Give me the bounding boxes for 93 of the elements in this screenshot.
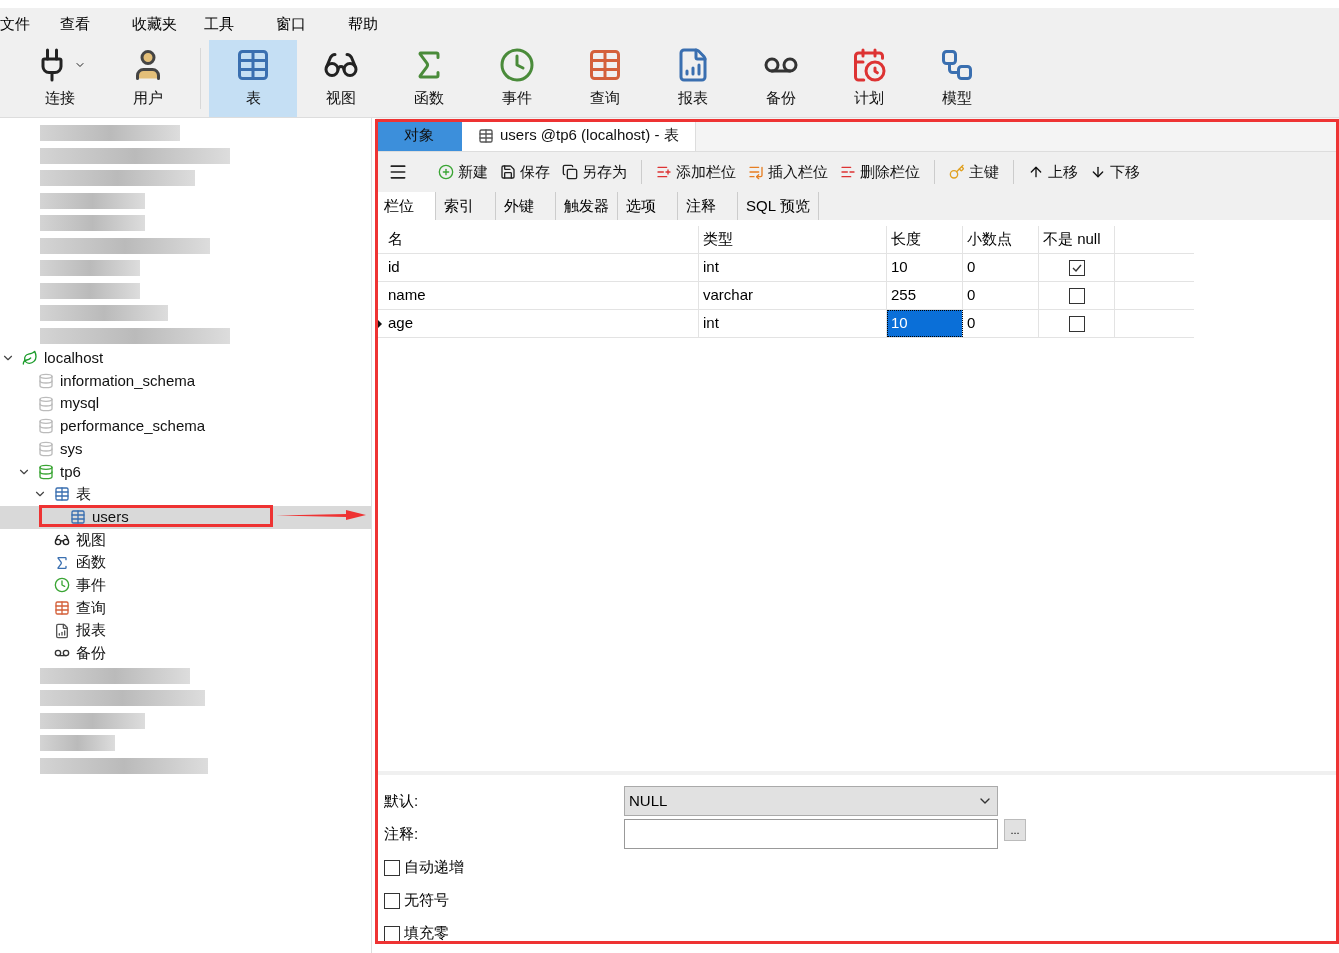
save-icon: [500, 164, 516, 180]
column-header[interactable]: 长度: [887, 226, 963, 253]
clock-icon: [54, 577, 70, 594]
toolbar-button[interactable]: 主键: [943, 160, 1005, 184]
table-icon: [54, 486, 70, 503]
table-cell[interactable]: id: [384, 254, 699, 281]
comment-field[interactable]: [624, 819, 998, 849]
toolbar-button[interactable]: 添加栏位: [650, 160, 742, 184]
report-icon: [54, 622, 70, 639]
server-icon: [22, 350, 38, 367]
toolbar-button[interactable]: 新建: [432, 160, 494, 184]
tab[interactable]: 栏位: [376, 192, 436, 220]
table-icon: [54, 599, 70, 616]
menu-item[interactable]: 帮助: [348, 12, 420, 36]
plus-icon: [438, 164, 454, 180]
more-button[interactable]: ...: [1004, 819, 1026, 841]
toolbar-button[interactable]: 计划: [825, 40, 913, 117]
checkbox[interactable]: [1068, 287, 1085, 304]
default-select[interactable]: NULL: [624, 786, 998, 816]
tree-item[interactable]: 视图: [0, 528, 371, 552]
checkbox-label[interactable]: 无符号: [404, 889, 449, 912]
menu-item[interactable]: 工具: [204, 12, 276, 36]
checkbox[interactable]: [384, 892, 400, 909]
menu-icon[interactable]: [388, 162, 408, 182]
menu-item[interactable]: 文件: [0, 12, 60, 36]
toolbar-button[interactable]: 函数: [385, 40, 473, 117]
toolbar-button[interactable]: 插入栏位: [742, 160, 834, 184]
menu-item[interactable]: 查看: [60, 12, 132, 36]
tree-item[interactable]: 事件: [0, 573, 371, 597]
toolbar-button[interactable]: 表: [209, 40, 297, 117]
table-cell[interactable]: 10: [887, 310, 963, 337]
field-label: 默认:: [384, 790, 420, 811]
column-header[interactable]: 类型: [699, 226, 887, 253]
calendar-icon: [851, 47, 887, 84]
checkbox[interactable]: [1068, 259, 1085, 276]
toolbar-button[interactable]: 删除栏位: [834, 160, 926, 184]
tree-item[interactable]: sys: [0, 437, 371, 461]
tree-item[interactable]: tp6: [0, 460, 371, 484]
table-cell[interactable]: 0: [963, 254, 1039, 281]
table-edit-icon: [478, 127, 494, 144]
copy-icon: [562, 164, 578, 180]
tree-item[interactable]: information_schema: [0, 369, 371, 393]
toolbar-button[interactable]: 查询: [561, 40, 649, 117]
table-row[interactable]: name varchar 255 0: [376, 282, 1194, 310]
table-cell[interactable]: 10: [887, 254, 963, 281]
toolbar-button[interactable]: 保存: [494, 160, 556, 184]
table-cell[interactable]: varchar: [699, 282, 887, 309]
checkbox-label[interactable]: 填充零: [404, 922, 449, 945]
tree-item[interactable]: localhost: [0, 347, 371, 370]
checkbox[interactable]: [1068, 315, 1085, 332]
clock-icon: [499, 47, 535, 84]
checkbox[interactable]: [384, 925, 400, 942]
tree-item[interactable]: 函数: [0, 551, 371, 574]
insert-column-icon: [748, 164, 764, 180]
document-tab[interactable]: 对象: [376, 120, 462, 151]
table-cell[interactable]: 0: [963, 282, 1039, 309]
column-header[interactable]: 小数点: [963, 226, 1039, 253]
toolbar-button[interactable]: 上移: [1022, 160, 1084, 184]
toolbar-button[interactable]: 下移: [1084, 160, 1146, 184]
toolbar-button[interactable]: 事件: [473, 40, 561, 117]
toolbar-button[interactable]: 视图: [297, 40, 385, 117]
tree-item[interactable]: 备份: [0, 641, 371, 665]
key-icon: [949, 164, 965, 180]
menu-item[interactable]: 窗口: [276, 12, 348, 36]
checkbox-label[interactable]: 自动递增: [404, 856, 464, 879]
column-header[interactable]: 名: [384, 226, 699, 253]
document-tab[interactable]: users @tp6 (localhost) - 表: [462, 120, 696, 151]
delete-column-icon: [840, 164, 856, 180]
tree-item[interactable]: performance_schema: [0, 415, 371, 438]
table-row[interactable]: id int 10 0: [376, 254, 1194, 282]
tree-item[interactable]: 报表: [0, 619, 371, 642]
toolbar-button[interactable]: 报表: [649, 40, 737, 117]
toolbar-button[interactable]: 用户: [104, 40, 192, 117]
table-cell[interactable]: age: [384, 310, 699, 337]
toolbar-button[interactable]: 连接: [16, 40, 104, 117]
field-label: 注释:: [384, 823, 420, 844]
tree-item[interactable]: 表: [0, 483, 371, 506]
table-cell[interactable]: 255: [887, 282, 963, 309]
table-cell[interactable]: 0: [963, 310, 1039, 337]
table-cell[interactable]: int: [699, 254, 887, 281]
toolbar-button[interactable]: 备份: [737, 40, 825, 117]
checkbox[interactable]: [384, 859, 400, 876]
tree-item[interactable]: 查询: [0, 596, 371, 620]
toolbar-button[interactable]: 模型: [913, 40, 1001, 117]
tree-item[interactable]: mysql: [0, 392, 371, 416]
toolbar-button[interactable]: 另存为: [556, 160, 633, 184]
column-header[interactable]: 不是 null: [1039, 226, 1115, 253]
add-column-icon: [656, 164, 672, 180]
table-row[interactable]: age int 10 0: [376, 310, 1194, 338]
table-icon: [70, 509, 86, 526]
table-cell[interactable]: name: [384, 282, 699, 309]
function-icon: [54, 554, 70, 571]
menu-item[interactable]: 收藏夹: [132, 12, 204, 36]
